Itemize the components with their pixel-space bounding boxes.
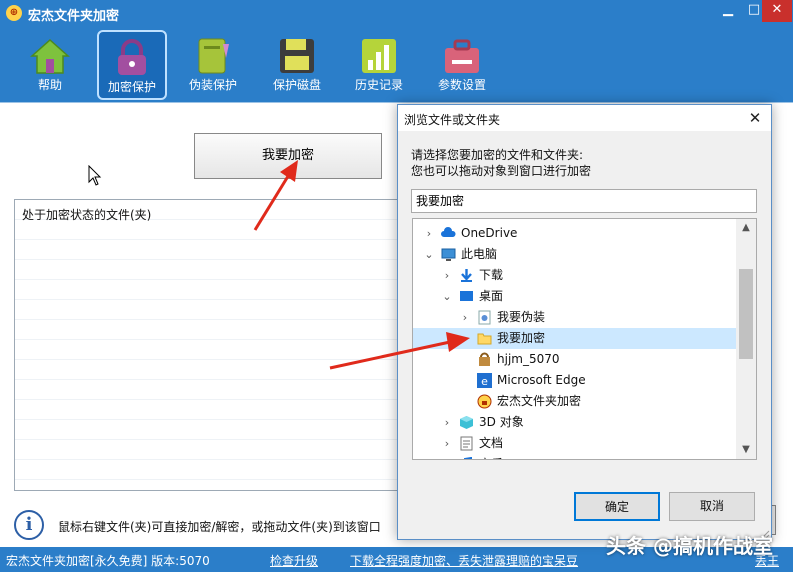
tree-node[interactable]: ⌄ 此电脑 [413,244,737,265]
package-icon [477,352,492,367]
tree-node-label: 下载 [479,268,504,282]
info-text: 鼠标右键文件(夹)可直接加密/解密，或拖动文件(夹)到该窗口 [58,520,381,534]
cube-icon [459,415,474,430]
tree-node-label: OneDrive [461,226,518,240]
mouse-cursor-icon [88,165,102,186]
scroll-thumb[interactable] [739,269,753,359]
chevron-down-icon[interactable]: ⌄ [423,244,435,265]
folder-tree[interactable]: › OneDrive ⌄ 此电脑 › 下载 ⌄ 桌面 › 我要伪装 › 我要加密 hjjm_5070e M… [412,218,757,460]
file-list-header: 处于加密状态的文件(夹) [22,208,152,222]
lock-icon [112,38,152,78]
tree-node[interactable]: e Microsoft Edge [413,370,737,391]
tree-node[interactable]: › 文档 [413,433,737,454]
encrypt-button[interactable]: 我要加密 [194,133,382,179]
app-title: 宏杰文件夹加密 [28,9,120,24]
scroll-up-button[interactable]: ▲ [736,219,756,237]
tool-encrypt-label: 加密保护 [107,80,156,94]
floppy-disk-icon [277,36,317,76]
info-icon: i [14,510,44,540]
minimize-button[interactable]: ▁ [716,0,740,22]
folder-icon [477,331,492,346]
tool-history[interactable]: 历史记录 [344,30,414,100]
close-button[interactable]: ✕ [762,0,792,22]
tool-history-label: 历史记录 [354,78,403,92]
tool-disk[interactable]: 保护磁盘 [262,30,332,100]
chevron-right-icon[interactable]: › [441,454,453,459]
tree-node[interactable]: ⌄ 桌面 [413,286,737,307]
tree-node-label: Microsoft Edge [497,373,586,387]
version-text: 宏杰文件夹加密[永久免费] 版本:5070 [6,554,210,568]
toolbox-icon [442,36,482,76]
file-icon [477,310,492,325]
title-bar: ⊕ 宏杰文件夹加密 ▁ □ ✕ [0,0,793,26]
cancel-button[interactable]: 取消 [669,492,755,521]
tool-disguise-label: 伪装保护 [188,78,237,92]
tool-disguise[interactable]: 伪装保护 [178,30,248,100]
tree-node-label: 桌面 [479,289,504,303]
tree-node-label: 我要伪装 [497,310,546,324]
tree-node[interactable]: 宏杰文件夹加密 [413,391,737,412]
dialog-close-button[interactable]: ✕ [743,107,767,129]
bar-chart-icon [359,36,399,76]
scroll-down-button[interactable]: ▼ [736,441,756,459]
instruction-line-2: 您也可以拖动对象到窗口进行加密 [411,164,592,178]
chevron-right-icon[interactable]: › [441,433,453,454]
browse-dialog: 浏览文件或文件夹 ✕ 请选择您要加密的文件和文件夹: 您也可以拖动对象到窗口进行… [397,104,772,540]
download-link[interactable]: 下载全程强度加密、丢失泄露理赔的宝呆豆 [350,552,578,569]
chevron-right-icon[interactable]: › [459,307,471,328]
chevron-down-icon[interactable]: ⌄ [441,286,453,307]
tree-node[interactable]: hjjm_5070 [413,349,737,370]
tree-node[interactable]: › OneDrive [413,223,737,244]
encrypted-files-list[interactable]: 处于加密状态的文件(夹) [14,199,400,491]
tool-settings-label: 参数设置 [437,78,486,92]
tree-node[interactable]: › 3D 对象 [413,412,737,433]
tree-node[interactable]: › 下载 [413,265,737,286]
tool-disk-label: 保护磁盘 [272,78,321,92]
home-icon [30,36,70,76]
tree-node-label: 文档 [479,436,504,450]
desktop-icon [459,289,474,304]
chevron-right-icon[interactable]: › [423,223,435,244]
cloud-icon [441,226,456,241]
app-logo-icon: ⊕ [6,5,22,21]
ok-button[interactable]: 确定 [574,492,660,521]
watermark: 头条 @搞机作战室 [606,534,773,558]
tree-node[interactable]: › 音乐 [413,454,737,459]
app-lock-icon [477,394,492,409]
chevron-right-icon[interactable]: › [441,412,453,433]
tree-node[interactable]: › 我要加密 [413,328,737,349]
dialog-title: 浏览文件或文件夹 [404,113,501,127]
tree-node-label: 宏杰文件夹加密 [497,394,582,408]
download-icon [459,268,474,283]
notebook-icon [193,36,233,76]
dialog-title-bar: 浏览文件或文件夹 ✕ [398,105,771,131]
svg-text:e: e [481,375,488,388]
tool-settings[interactable]: 参数设置 [427,30,497,100]
toolbar: 帮助 加密保护 伪装保护 保护磁盘 历史记录 参数设置 [0,26,793,102]
instruction-line-1: 请选择您要加密的文件和文件夹: [411,148,584,162]
chevron-right-icon[interactable]: › [441,265,453,286]
tree-node-label: 3D 对象 [479,415,524,429]
music-icon [459,456,474,459]
chevron-right-icon[interactable]: › [459,328,471,349]
tree-scrollbar[interactable]: ▲ ▼ [736,219,756,459]
dialog-instructions: 请选择您要加密的文件和文件夹: 您也可以拖动对象到窗口进行加密 [411,147,591,179]
computer-icon [441,247,456,262]
tree-node-label: hjjm_5070 [497,352,560,366]
tree-node[interactable]: › 我要伪装 [413,307,737,328]
info-hint: i 鼠标右键文件(夹)可直接加密/解密，或拖动文件(夹)到该窗口 [14,508,404,540]
tree-node-label: 此电脑 [461,247,498,261]
document-icon [459,436,474,451]
tool-encrypt[interactable]: 加密保护 [97,30,167,100]
edge-icon: e [477,373,492,388]
tool-help-label: 帮助 [37,78,62,92]
tool-help[interactable]: 帮助 [15,30,85,100]
tree-node-label: 我要加密 [497,331,546,345]
tree-node-label: 音乐 [479,454,503,459]
check-update-link[interactable]: 检查升级 [270,552,318,569]
path-input[interactable]: 我要加密 [411,189,757,213]
